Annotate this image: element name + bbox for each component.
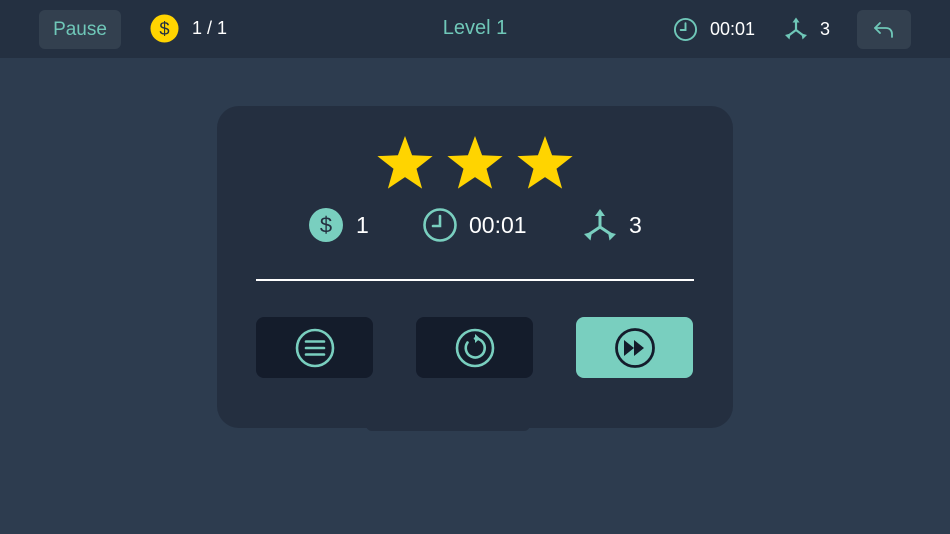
result-time: 00:01 xyxy=(469,212,527,238)
undo-button[interactable] xyxy=(857,10,911,49)
menu-lines-icon xyxy=(295,328,334,367)
moves-counter: 3 xyxy=(820,19,831,39)
moves-icon xyxy=(785,17,807,40)
panel-tab xyxy=(366,424,530,431)
divider xyxy=(256,279,694,281)
restart-button[interactable] xyxy=(416,317,533,378)
timer: 00:01 xyxy=(710,19,756,39)
star-icon xyxy=(517,136,573,189)
fast-forward-icon xyxy=(614,327,655,368)
result-coins: 1 xyxy=(356,212,369,238)
next-level-button[interactable] xyxy=(576,317,693,378)
clock-icon xyxy=(673,17,698,42)
clock-icon xyxy=(423,208,457,242)
star-icon xyxy=(447,136,503,189)
result-moves: 3 xyxy=(629,212,642,238)
menu-button[interactable] xyxy=(256,317,373,378)
restart-icon xyxy=(455,328,494,367)
svg-text:$: $ xyxy=(320,213,332,238)
moves-icon xyxy=(584,209,616,241)
star-icon xyxy=(377,136,433,189)
coin-icon: $ xyxy=(309,208,343,242)
undo-arrow-icon xyxy=(874,21,893,38)
